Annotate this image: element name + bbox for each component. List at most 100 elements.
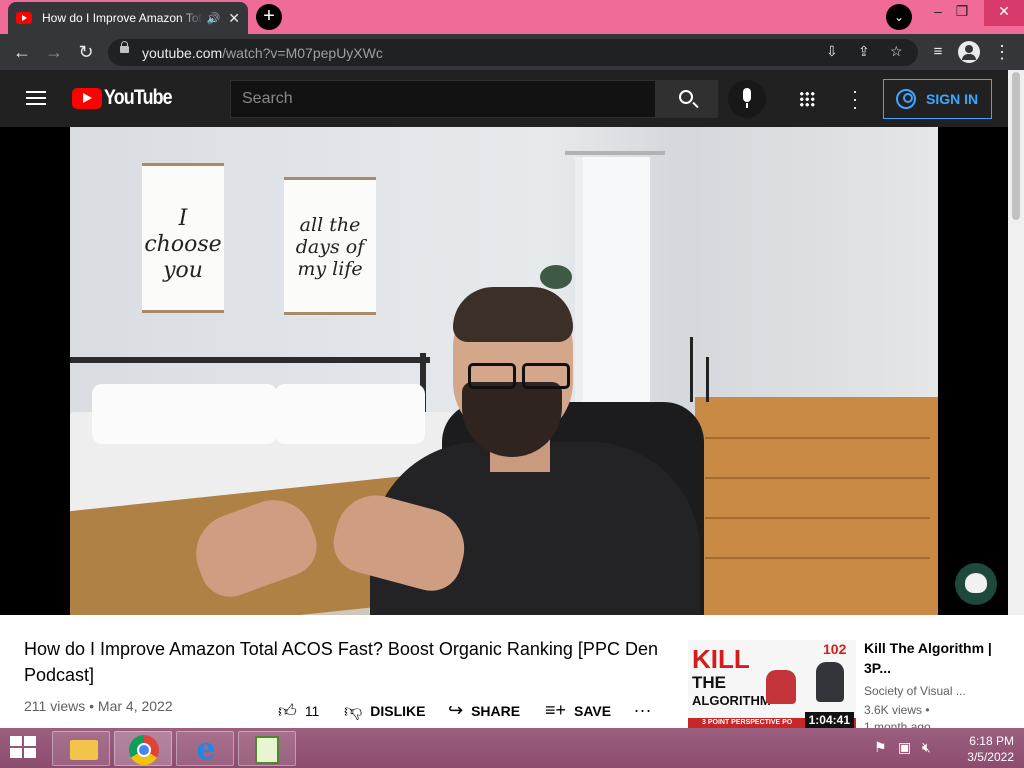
apps-grid-icon[interactable] [799,91,815,107]
scene-plant [540,265,572,289]
dresser-drawer-line [705,557,930,559]
new-tab-button[interactable]: + [256,4,282,30]
channel-watermark-icon[interactable] [955,563,997,605]
restore-button[interactable]: ❐ [946,0,978,26]
browser-tab[interactable]: How do I Improve Amazon Total ACOS Fast?… [8,2,248,34]
url-text: youtube.com/watch?v=M07pepUyXWc [142,45,383,61]
related-video-title[interactable]: Kill The Algorithm | 3P... [864,638,1004,678]
scrollbar-thumb[interactable] [1012,72,1020,220]
wall-poster-left: I choose you [142,163,224,313]
voice-search-button[interactable] [728,80,766,118]
playlist-add-icon: ≡+ [545,700,567,720]
person-glasses [468,363,574,391]
settings-menu-icon[interactable]: · · · [848,82,862,116]
network-icon[interactable]: ▣ [898,739,911,756]
like-button[interactable]: 👍︎ 11 [278,700,319,722]
thumb-text-algorithm: ALGORITHM [692,693,771,708]
dislike-button[interactable]: 👎︎ DISLIKE [344,700,426,722]
dislike-label: DISLIKE [370,703,426,719]
forward-arrow-icon[interactable]: → [42,40,66,64]
thumb-text-kill: KILL [692,644,750,674]
volume-muted-icon[interactable]: 🔇︎ [922,739,931,756]
save-label: SAVE [574,702,612,719]
profile-avatar-icon[interactable] [958,41,980,63]
notepad-icon [255,736,279,764]
related-video-thumbnail[interactable]: KILL THE ALGORITHM 102 3 POINT PERSPECTI… [688,640,856,728]
video-title: How do I Improve Amazon Total ACOS Fast?… [24,639,658,685]
video-meta: 211 views • Mar 4, 2022 [24,698,173,714]
scene-curtain-rod [565,151,665,155]
system-clock[interactable]: 6:18 PM 3/5/2022 [944,733,1014,765]
save-button[interactable]: ≡+ SAVE [545,700,611,721]
browser-tab-strip: How do I Improve Amazon Total ACOS Fast?… [0,0,1024,34]
youtube-header: YouTube Search · · · SIGN IN [0,70,1008,127]
scene-pillow [92,384,277,444]
address-bar[interactable]: youtube.com/watch?v=M07pepUyXWc ⇩ ⇪ ☆ [108,39,918,66]
youtube-logo-icon[interactable] [72,88,102,109]
related-upload-age: 1 month ago [864,720,931,728]
video-frame[interactable]: I choose you all the days of my life [70,127,938,615]
scene-candlestick [690,337,693,402]
view-count: 211 views [24,698,86,714]
back-arrow-icon[interactable]: ← [10,40,34,64]
share-label: SHARE [471,702,521,719]
close-window-button[interactable]: ✕ [984,0,1024,26]
thumb-figure-dark [816,662,844,702]
like-count: 11 [304,703,320,719]
scene-dresser [695,397,938,615]
scene-window [575,157,650,407]
taskbar-chrome[interactable] [114,731,172,766]
install-app-icon[interactable]: ⇩ [826,43,838,60]
scene-candlestick [706,357,709,402]
related-channel-name[interactable]: Society of Visual ... [864,684,969,698]
clock-time: 6:18 PM [969,734,1014,748]
search-icon [679,90,693,104]
tab-search-chevron-icon[interactable]: ⌄ [886,4,912,30]
tab-title: How do I Improve Amazon Total ACOS Fast?… [42,11,203,25]
clock-date: 3/5/2022 [967,750,1014,764]
dresser-drawer-line [705,437,930,439]
scene-bed-frame [70,357,430,363]
taskbar-notepad[interactable] [238,731,296,766]
search-input[interactable]: Search [230,80,656,118]
thumb-episode-number: 102 [823,641,847,657]
screen: How do I Improve Amazon Total ACOS Fast?… [0,0,1024,768]
dresser-drawer-line [705,517,930,519]
browser-menu-icon[interactable]: ⋮ [990,40,1014,64]
windows-logo-icon [10,736,22,746]
media-control-icon[interactable]: ≡ [926,40,950,64]
person-hair [453,287,573,342]
speaker-icon[interactable]: 🔊 [207,12,221,25]
youtube-logo-text[interactable]: YouTube [104,86,173,110]
taskbar-internet-explorer[interactable]: e [176,731,234,766]
wall-poster-right: all the days of my life [284,177,376,315]
related-view-count: 3.6K views • [864,703,930,717]
video-duration: 1:04:41 [804,712,854,728]
thumb-text-the: THE [692,673,726,692]
browser-toolbar: ← → ↻ youtube.com/watch?v=M07pepUyXWc ⇩ … [0,34,1024,70]
share-page-icon[interactable]: ⇪ [858,43,870,60]
reload-icon[interactable]: ↻ [74,40,98,64]
thumbs-down-icon: 👎︎ [344,701,363,721]
upload-date: Mar 4, 2022 [97,698,173,714]
sign-in-label: SIGN IN [926,91,979,107]
youtube-favicon-icon [16,12,32,24]
sign-in-button[interactable]: SIGN IN [883,79,992,119]
chrome-icon [129,735,159,765]
share-button[interactable]: ↪ SHARE [448,700,520,721]
windows-taskbar: e ⚑ ▣ 🔇︎ 6:18 PM 3/5/2022 [0,728,1024,768]
guide-menu-icon[interactable] [26,91,46,105]
lock-icon [120,41,129,53]
thumbs-up-icon: 👍︎ [278,701,297,721]
dresser-drawer-line [705,477,930,479]
bookmark-star-icon[interactable]: ☆ [890,43,903,60]
microphone-icon [743,88,751,108]
more-actions-icon[interactable]: ... [634,696,652,717]
tab-close-icon[interactable]: ✕ [228,10,240,27]
account-icon [896,89,916,109]
video-player[interactable]: I choose you all the days of my life [0,127,1008,615]
taskbar-file-explorer[interactable] [52,731,110,766]
action-center-flag-icon[interactable]: ⚑ [874,739,887,756]
start-button[interactable] [10,736,38,760]
search-button[interactable] [656,80,718,118]
